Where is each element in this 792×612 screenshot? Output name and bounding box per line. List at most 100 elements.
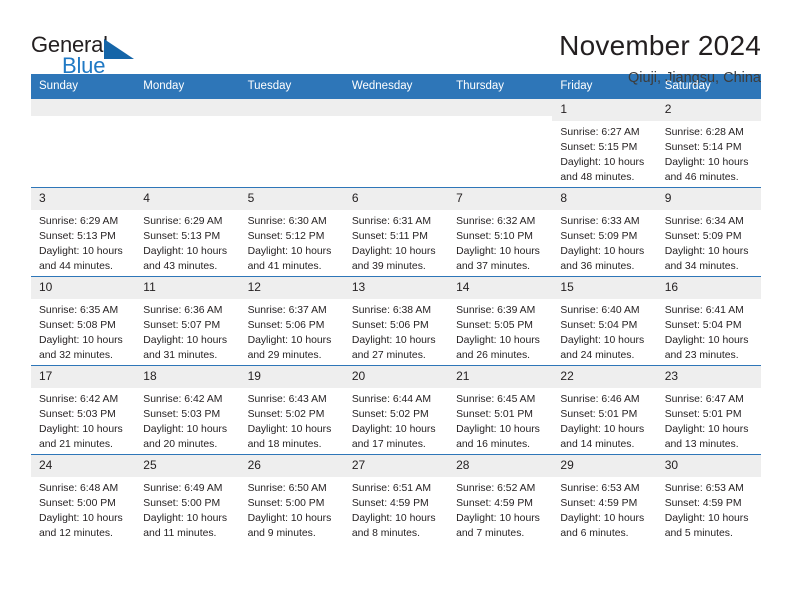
sunset-text: Sunset: 5:09 PM xyxy=(664,231,742,243)
sunrise-text: Sunrise: 6:36 AM xyxy=(143,304,223,316)
calendar-day-cell[interactable]: 16 Sunrise: 6:41 AM Sunset: 5:04 PM Dayligh… xyxy=(656,276,761,365)
sunset-text: Sunset: 5:03 PM xyxy=(143,409,221,421)
day-number xyxy=(343,98,449,116)
calendar-day-cell[interactable]: 24 Sunrise: 6:48 AM Sunset: 5:00 PM Dayligh… xyxy=(31,454,136,543)
sunrise-text: Sunrise: 6:35 AM xyxy=(39,304,119,316)
calendar-day-cell[interactable]: 22 Sunrise: 6:46 AM Sunset: 5:01 PM Dayligh… xyxy=(552,365,657,454)
calendar-day-cell[interactable]: 20 Sunrise: 6:44 AM Sunset: 5:02 PM Dayligh… xyxy=(343,365,449,454)
daylight-text: Daylight: 10 hours and 36 minutes. xyxy=(560,246,645,273)
calendar-day-cell[interactable]: 13 Sunrise: 6:38 AM Sunset: 5:06 PM Dayligh… xyxy=(343,276,449,365)
daylight-text: Daylight: 10 hours and 24 minutes. xyxy=(560,335,645,362)
calendar-day-cell[interactable]: 2 Sunrise: 6:28 AM Sunset: 5:14 PM Daylight… xyxy=(656,98,761,187)
day-sun-info: Sunrise: 6:48 AM Sunset: 5:00 PM Daylight:… xyxy=(31,477,135,541)
sunrise-text: Sunrise: 6:43 AM xyxy=(247,393,327,405)
calendar-page: General Blue November 2024 Qiuji, Jiangs… xyxy=(0,0,792,612)
calendar-day-cell[interactable]: 6 Sunrise: 6:31 AM Sunset: 5:11 PM Daylight… xyxy=(343,187,449,276)
day-number: 13 xyxy=(343,276,449,299)
day-sun-info: Sunrise: 6:45 AM Sunset: 5:01 PM Daylight:… xyxy=(448,388,552,452)
day-number: 26 xyxy=(239,454,344,477)
sunrise-text: Sunrise: 6:48 AM xyxy=(39,482,119,494)
day-number xyxy=(31,98,136,116)
daylight-text: Daylight: 10 hours and 34 minutes. xyxy=(664,246,749,273)
sunset-text: Sunset: 4:59 PM xyxy=(351,498,429,510)
calendar-day-cell[interactable]: 15 Sunrise: 6:40 AM Sunset: 5:04 PM Dayligh… xyxy=(552,276,657,365)
day-number: 15 xyxy=(552,276,657,299)
calendar-day-cell[interactable]: 9 Sunrise: 6:34 AM Sunset: 5:09 PM Daylight… xyxy=(656,187,761,276)
day-sun-info: Sunrise: 6:44 AM Sunset: 5:02 PM Daylight:… xyxy=(344,388,448,452)
daylight-text: Daylight: 10 hours and 11 minutes. xyxy=(143,513,228,540)
day-number: 21 xyxy=(448,365,553,388)
day-sun-info: Sunrise: 6:31 AM Sunset: 5:11 PM Daylight:… xyxy=(344,210,448,274)
daylight-text: Daylight: 10 hours and 41 minutes. xyxy=(247,246,332,273)
sunrise-text: Sunrise: 6:51 AM xyxy=(351,482,431,494)
day-number: 9 xyxy=(656,187,761,210)
sunset-text: Sunset: 5:06 PM xyxy=(247,320,325,332)
day-number: 11 xyxy=(135,276,240,299)
sunset-text: Sunset: 5:15 PM xyxy=(560,142,638,154)
weekday-header-row: Sunday Monday Tuesday Wednesday Thursday Frid… xyxy=(31,74,761,99)
calendar-day-cell[interactable]: 25 Sunrise: 6:49 AM Sunset: 5:00 PM Dayligh… xyxy=(135,454,240,543)
sunset-text: Sunset: 5:00 PM xyxy=(143,498,221,510)
calendar-day-cell[interactable]: 23 Sunrise: 6:47 AM Sunset: 5:01 PM Dayligh… xyxy=(656,365,761,454)
day-sun-info: Sunrise: 6:34 AM Sunset: 5:09 PM Daylight:… xyxy=(657,210,761,274)
day-number: 23 xyxy=(656,365,761,388)
calendar-day-cell[interactable]: 18 Sunrise: 6:42 AM Sunset: 5:03 PM Dayligh… xyxy=(135,365,240,454)
calendar-day-cell[interactable]: 17 Sunrise: 6:42 AM Sunset: 5:03 PM Dayligh… xyxy=(31,365,136,454)
calendar-day-cell-empty xyxy=(135,98,240,187)
day-sun-info: Sunrise: 6:27 AM Sunset: 5:15 PM Daylight:… xyxy=(552,121,656,185)
daylight-text: Daylight: 10 hours and 44 minutes. xyxy=(39,246,123,273)
sunrise-text: Sunrise: 6:41 AM xyxy=(664,304,744,316)
sunset-text: Sunset: 5:10 PM xyxy=(456,231,533,243)
calendar-day-cell[interactable]: 10 Sunrise: 6:35 AM Sunset: 5:08 PM Dayligh… xyxy=(31,276,136,365)
day-sun-info: Sunrise: 6:42 AM Sunset: 5:03 PM Daylight:… xyxy=(135,388,239,452)
general-blue-logo[interactable]: General Blue xyxy=(31,29,151,77)
sunset-text: Sunset: 5:00 PM xyxy=(39,498,116,510)
calendar-day-cell[interactable]: 8 Sunrise: 6:33 AM Sunset: 5:09 PM Daylight… xyxy=(552,187,657,276)
day-number: 29 xyxy=(552,454,657,477)
day-sun-info: Sunrise: 6:49 AM Sunset: 5:00 PM Daylight:… xyxy=(135,477,239,541)
calendar-day-cell[interactable]: 27 Sunrise: 6:51 AM Sunset: 4:59 PM Dayligh… xyxy=(343,454,449,543)
daylight-text: Daylight: 10 hours and 16 minutes. xyxy=(456,424,540,451)
day-number: 10 xyxy=(31,276,136,299)
day-number: 25 xyxy=(135,454,240,477)
calendar-day-cell[interactable]: 19 Sunrise: 6:43 AM Sunset: 5:02 PM Dayligh… xyxy=(239,365,344,454)
day-number xyxy=(448,98,553,116)
daylight-text: Daylight: 10 hours and 46 minutes. xyxy=(664,157,749,184)
calendar-day-cell[interactable]: 7 Sunrise: 6:32 AM Sunset: 5:10 PM Daylight… xyxy=(448,187,553,276)
calendar-day-cell[interactable]: 4 Sunrise: 6:29 AM Sunset: 5:13 PM Daylight… xyxy=(135,187,240,276)
day-sun-info: Sunrise: 6:29 AM Sunset: 5:13 PM Daylight:… xyxy=(135,210,239,274)
sunset-text: Sunset: 5:11 PM xyxy=(351,231,428,243)
sunset-text: Sunset: 5:08 PM xyxy=(39,320,116,332)
calendar-day-cell[interactable]: 28 Sunrise: 6:52 AM Sunset: 4:59 PM Dayligh… xyxy=(448,454,553,543)
sunrise-text: Sunrise: 6:45 AM xyxy=(456,393,536,405)
sunrise-text: Sunrise: 6:42 AM xyxy=(39,393,119,405)
calendar-day-cell[interactable]: 5 Sunrise: 6:30 AM Sunset: 5:12 PM Daylight… xyxy=(239,187,344,276)
sunset-text: Sunset: 5:02 PM xyxy=(351,409,429,421)
day-sun-info: Sunrise: 6:52 AM Sunset: 4:59 PM Daylight:… xyxy=(448,477,552,541)
sunset-text: Sunset: 5:04 PM xyxy=(560,320,638,332)
calendar-day-cell[interactable]: 29 Sunrise: 6:53 AM Sunset: 4:59 PM Dayligh… xyxy=(552,454,657,543)
day-number xyxy=(135,98,240,116)
calendar-day-cell[interactable]: 21 Sunrise: 6:45 AM Sunset: 5:01 PM Dayligh… xyxy=(448,365,553,454)
daylight-text: Daylight: 10 hours and 8 minutes. xyxy=(351,513,436,540)
calendar-day-cell[interactable]: 12 Sunrise: 6:37 AM Sunset: 5:06 PM Dayligh… xyxy=(239,276,344,365)
daylight-text: Daylight: 10 hours and 13 minutes. xyxy=(664,424,749,451)
daylight-text: Daylight: 10 hours and 14 minutes. xyxy=(560,424,645,451)
calendar-day-cell[interactable]: 26 Sunrise: 6:50 AM Sunset: 5:00 PM Dayligh… xyxy=(239,454,344,543)
sunset-text: Sunset: 5:04 PM xyxy=(664,320,742,332)
calendar-day-cell[interactable]: 30 Sunrise: 6:53 AM Sunset: 4:59 PM Dayligh… xyxy=(656,454,761,543)
day-number: 30 xyxy=(656,454,761,477)
calendar-day-cell[interactable]: 14 Sunrise: 6:39 AM Sunset: 5:05 PM Dayligh… xyxy=(448,276,553,365)
daylight-text: Daylight: 10 hours and 23 minutes. xyxy=(664,335,749,362)
weekday-header-thursday: Thursday xyxy=(456,80,505,92)
calendar-day-cell[interactable]: 11 Sunrise: 6:36 AM Sunset: 5:07 PM Dayligh… xyxy=(135,276,240,365)
weekday-header-tuesday: Tuesday xyxy=(247,80,292,92)
sunset-text: Sunset: 5:14 PM xyxy=(664,142,742,154)
day-number: 27 xyxy=(343,454,449,477)
sunset-text: Sunset: 5:01 PM xyxy=(664,409,742,421)
daylight-text: Daylight: 10 hours and 7 minutes. xyxy=(456,513,540,540)
sunset-text: Sunset: 5:06 PM xyxy=(351,320,429,332)
calendar-day-cell[interactable]: 1 Sunrise: 6:27 AM Sunset: 5:15 PM Daylight… xyxy=(552,98,657,187)
calendar-day-cell[interactable]: 3 Sunrise: 6:29 AM Sunset: 5:13 PM Daylight… xyxy=(31,187,136,276)
day-sun-info: Sunrise: 6:53 AM Sunset: 4:59 PM Daylight:… xyxy=(657,477,761,541)
